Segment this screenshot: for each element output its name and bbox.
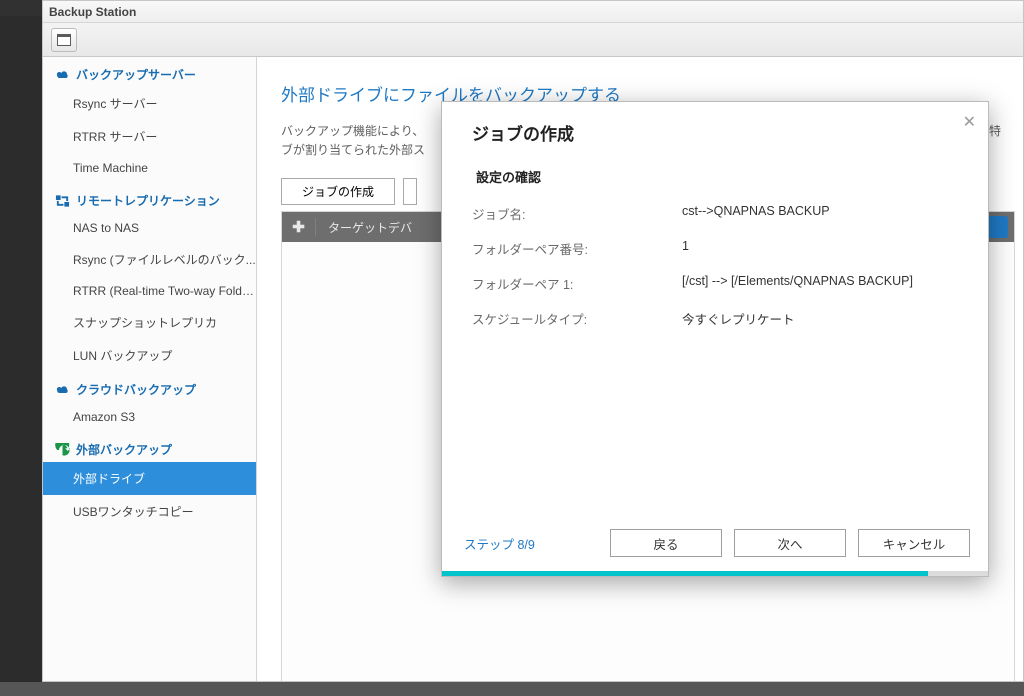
sidebar-item-rsync-server[interactable]: Rsync サーバー: [43, 87, 256, 120]
sidebar-item-rtrr-server[interactable]: RTRR サーバー: [43, 120, 256, 153]
modal-title: ジョブの作成: [442, 102, 988, 155]
kv-value: cst-->QNAPNAS BACKUP: [682, 204, 958, 223]
sidebar-item-time-machine[interactable]: Time Machine: [43, 153, 256, 183]
modal-body: 設定の確認 ジョブ名: cst-->QNAPNAS BACKUP フォルダーペア…: [442, 155, 988, 517]
sidebar-item-amazon-s3[interactable]: Amazon S3: [43, 402, 256, 432]
kv-folder-pair-1: フォルダーペア 1: [/cst] --> [/Elements/QNAPNAS…: [472, 274, 958, 293]
back-button[interactable]: 戻る: [610, 529, 722, 557]
modal-subtitle: 設定の確認: [476, 167, 958, 186]
sidebar-item-lun-backup[interactable]: LUN バックアップ: [43, 339, 256, 372]
cloud-icon: [55, 68, 70, 82]
kv-key: フォルダーペア番号:: [472, 239, 682, 258]
create-job-modal: ✕ ジョブの作成 設定の確認 ジョブ名: cst-->QNAPNAS BACKU…: [441, 101, 989, 577]
cancel-button[interactable]: キャンセル: [858, 529, 970, 557]
sidebar-section-external-backup[interactable]: 外部バックアップ: [43, 432, 256, 462]
sidebar-item-rtrr-twoway[interactable]: RTRR (Real-time Two-way Folde...: [43, 276, 256, 306]
panel-header-label: ターゲットデバ: [316, 219, 412, 236]
kv-job-name: ジョブ名: cst-->QNAPNAS BACKUP: [472, 204, 958, 223]
sidebar-section-label: クラウドバックアップ: [76, 381, 196, 398]
progress-bar: [442, 571, 988, 576]
kv-key: フォルダーペア 1:: [472, 274, 682, 293]
kv-key: スケジュールタイプ:: [472, 309, 682, 328]
sidebar-item-nas-to-nas[interactable]: NAS to NAS: [43, 213, 256, 243]
sidebar-section-cloud-backup[interactable]: クラウドバックアップ: [43, 372, 256, 402]
kv-folder-pair-count: フォルダーペア番号: 1: [472, 239, 958, 258]
kv-key: ジョブ名:: [472, 204, 682, 223]
cloud-icon: [55, 383, 70, 397]
toolbar: [43, 23, 1023, 57]
sidebar-section-backup-server[interactable]: バックアップサーバー: [43, 57, 256, 87]
sidebar-item-snapshot[interactable]: スナップショットレプリカ: [43, 306, 256, 339]
window-title: Backup Station: [49, 5, 136, 19]
transfer-icon: [55, 194, 70, 208]
step-indicator: ステップ 8/9: [464, 534, 535, 553]
close-icon[interactable]: ✕: [963, 112, 976, 132]
modal-footer: ステップ 8/9 戻る 次へ キャンセル: [442, 517, 988, 571]
desktop-taskbar: [0, 682, 1024, 696]
sidebar-section-label: バックアップサーバー: [76, 66, 196, 83]
sidebar-section-label: 外部バックアップ: [76, 441, 172, 458]
refresh-icon: [55, 443, 70, 457]
sidebar: バックアップサーバー Rsync サーバー RTRR サーバー Time Mac…: [43, 57, 257, 681]
sidebar-item-usb-one-touch[interactable]: USBワンタッチコピー: [43, 495, 256, 528]
toolbar-grid-button[interactable]: [51, 28, 77, 52]
sidebar-section-remote-replication[interactable]: リモートレプリケーション: [43, 183, 256, 213]
next-button[interactable]: 次へ: [734, 529, 846, 557]
grid-icon: [57, 34, 71, 46]
window-titlebar: Backup Station: [43, 1, 1023, 23]
secondary-button[interactable]: [403, 178, 417, 205]
kv-value: 今すぐレプリケート: [682, 309, 958, 328]
create-job-button[interactable]: ジョブの作成: [281, 178, 395, 205]
sidebar-item-rsync-file[interactable]: Rsync (ファイルレベルのバック...: [43, 243, 256, 276]
sidebar-section-label: リモートレプリケーション: [76, 192, 220, 209]
kv-value: [/cst] --> [/Elements/QNAPNAS BACKUP]: [682, 274, 958, 293]
sidebar-item-external-drive[interactable]: 外部ドライブ: [43, 462, 256, 495]
kv-value: 1: [682, 239, 958, 258]
kv-schedule-type: スケジュールタイプ: 今すぐレプリケート: [472, 309, 958, 328]
expand-icon[interactable]: ✚: [282, 218, 316, 236]
